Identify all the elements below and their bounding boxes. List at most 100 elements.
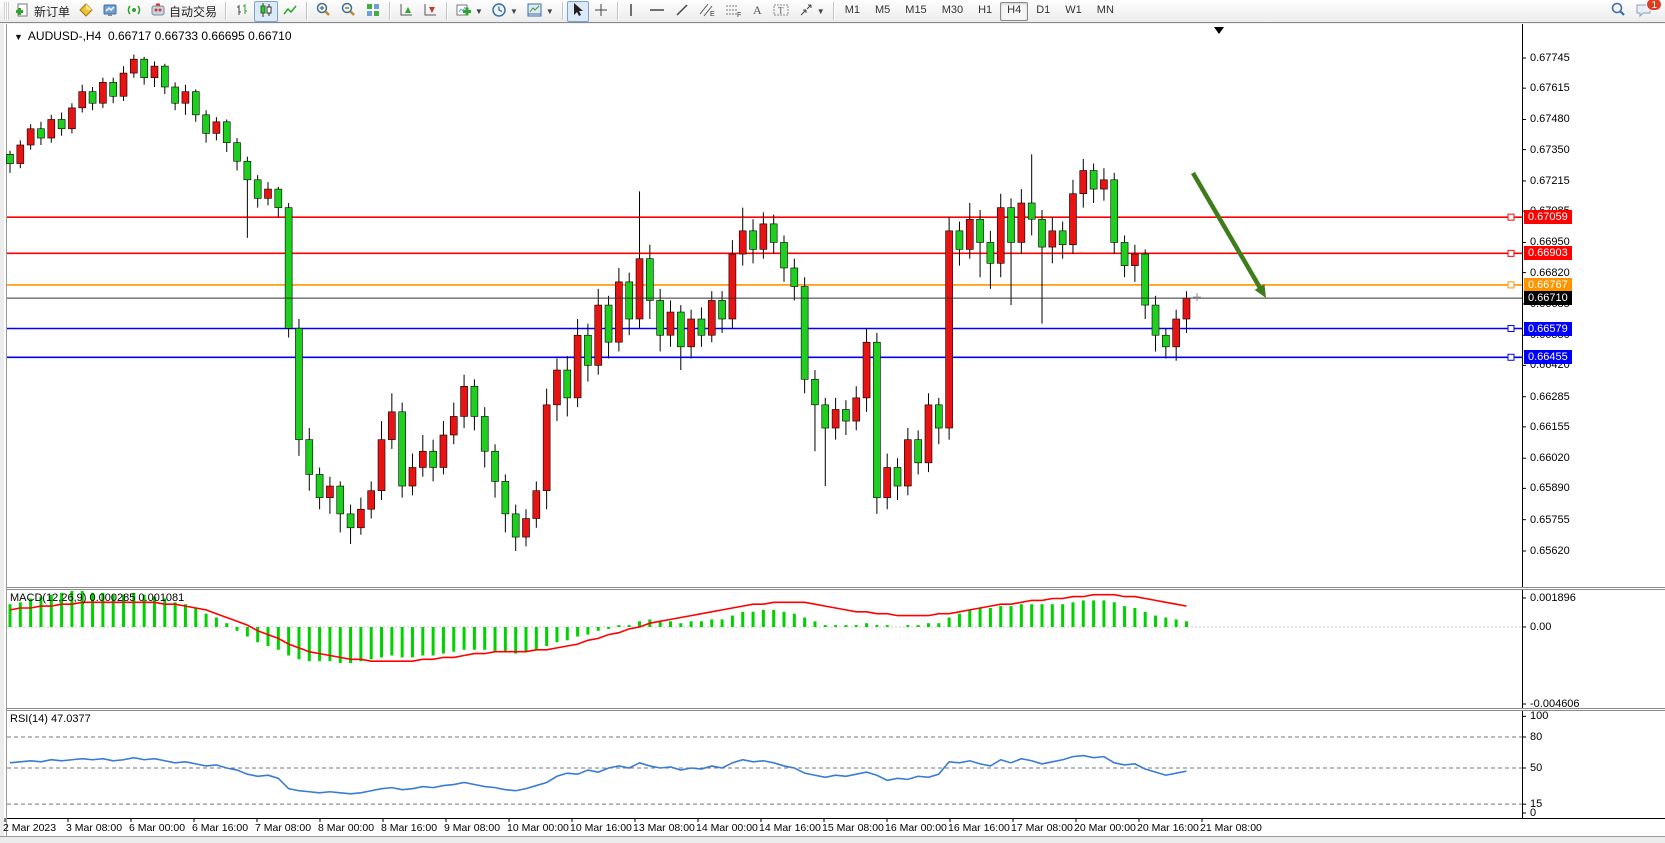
- candle[interactable]: [801, 287, 808, 380]
- candle[interactable]: [677, 312, 684, 347]
- candle[interactable]: [161, 66, 168, 87]
- candle[interactable]: [904, 440, 911, 486]
- candle[interactable]: [1142, 254, 1149, 305]
- candle[interactable]: [770, 224, 777, 243]
- candle[interactable]: [750, 231, 757, 250]
- candle[interactable]: [172, 87, 179, 103]
- candle[interactable]: [378, 440, 385, 491]
- candle[interactable]: [79, 92, 86, 108]
- candle[interactable]: [409, 467, 416, 486]
- candle[interactable]: [739, 231, 746, 254]
- pane-separator-rsi[interactable]: [7, 708, 1665, 711]
- candle[interactable]: [1131, 254, 1138, 266]
- candle[interactable]: [254, 180, 261, 199]
- triangle-marker[interactable]: [1214, 27, 1224, 34]
- candle[interactable]: [285, 208, 292, 329]
- candle[interactable]: [419, 451, 426, 467]
- candle[interactable]: [68, 108, 75, 129]
- candle[interactable]: [853, 398, 860, 421]
- price-level-handle[interactable]: [1508, 354, 1514, 360]
- candle[interactable]: [1080, 171, 1087, 194]
- candle[interactable]: [141, 59, 148, 78]
- candle[interactable]: [223, 122, 230, 143]
- candle[interactable]: [966, 219, 973, 249]
- candle[interactable]: [832, 409, 839, 428]
- candle[interactable]: [1028, 203, 1035, 219]
- price-level-handle[interactable]: [1508, 250, 1514, 256]
- candle[interactable]: [523, 519, 530, 538]
- candle[interactable]: [1173, 319, 1180, 347]
- candle[interactable]: [368, 491, 375, 510]
- candle[interactable]: [244, 161, 251, 180]
- candle[interactable]: [492, 451, 499, 481]
- candle[interactable]: [842, 409, 849, 421]
- candle[interactable]: [99, 82, 106, 103]
- candle[interactable]: [37, 129, 44, 138]
- candle[interactable]: [657, 300, 664, 335]
- candle[interactable]: [688, 319, 695, 347]
- candle[interactable]: [182, 92, 189, 104]
- candle[interactable]: [760, 224, 767, 250]
- candle[interactable]: [781, 242, 788, 268]
- candle[interactable]: [708, 300, 715, 335]
- candle[interactable]: [58, 119, 65, 128]
- candle[interactable]: [729, 254, 736, 319]
- candle[interactable]: [719, 300, 726, 319]
- candle[interactable]: [48, 119, 55, 138]
- candle[interactable]: [1162, 335, 1169, 347]
- candle[interactable]: [977, 219, 984, 242]
- candle[interactable]: [461, 386, 468, 416]
- candle[interactable]: [1059, 231, 1066, 245]
- candle[interactable]: [698, 319, 705, 335]
- candle[interactable]: [543, 405, 550, 491]
- candle[interactable]: [811, 379, 818, 405]
- candle[interactable]: [1039, 219, 1046, 247]
- candle[interactable]: [275, 189, 282, 208]
- candle[interactable]: [636, 259, 643, 319]
- candle[interactable]: [956, 231, 963, 250]
- candle[interactable]: [337, 486, 344, 514]
- candle[interactable]: [203, 115, 210, 134]
- candle[interactable]: [595, 305, 602, 365]
- candle[interactable]: [7, 154, 14, 163]
- price-level-handle[interactable]: [1508, 282, 1514, 288]
- candle[interactable]: [306, 440, 313, 475]
- candle[interactable]: [213, 122, 220, 134]
- candle[interactable]: [791, 268, 798, 287]
- price-level-handle[interactable]: [1508, 326, 1514, 332]
- candle[interactable]: [915, 440, 922, 463]
- candle[interactable]: [533, 491, 540, 519]
- candle[interactable]: [584, 335, 591, 365]
- candle[interactable]: [1183, 298, 1190, 319]
- candle[interactable]: [1090, 171, 1097, 190]
- candle[interactable]: [130, 59, 137, 73]
- candle[interactable]: [997, 208, 1004, 264]
- candle[interactable]: [553, 370, 560, 405]
- candle[interactable]: [1018, 203, 1025, 242]
- candle[interactable]: [667, 312, 674, 335]
- candle[interactable]: [605, 305, 612, 342]
- candle[interactable]: [935, 405, 942, 428]
- candle[interactable]: [502, 481, 509, 513]
- candle[interactable]: [1111, 180, 1118, 243]
- candle[interactable]: [89, 92, 96, 104]
- candle[interactable]: [110, 82, 117, 96]
- candle[interactable]: [17, 145, 24, 164]
- candle[interactable]: [863, 342, 870, 398]
- candle[interactable]: [873, 342, 880, 497]
- candle[interactable]: [120, 73, 127, 96]
- candle[interactable]: [471, 386, 478, 416]
- candle[interactable]: [450, 416, 457, 435]
- candle[interactable]: [399, 412, 406, 486]
- candle[interactable]: [316, 474, 323, 497]
- candle[interactable]: [481, 416, 488, 451]
- candle[interactable]: [440, 435, 447, 467]
- candle[interactable]: [192, 92, 199, 115]
- candle[interactable]: [564, 370, 571, 398]
- candle[interactable]: [430, 451, 437, 467]
- candle[interactable]: [1049, 231, 1056, 247]
- candle[interactable]: [1069, 194, 1076, 245]
- candle[interactable]: [626, 282, 633, 319]
- candle[interactable]: [234, 143, 241, 162]
- candle[interactable]: [946, 231, 953, 428]
